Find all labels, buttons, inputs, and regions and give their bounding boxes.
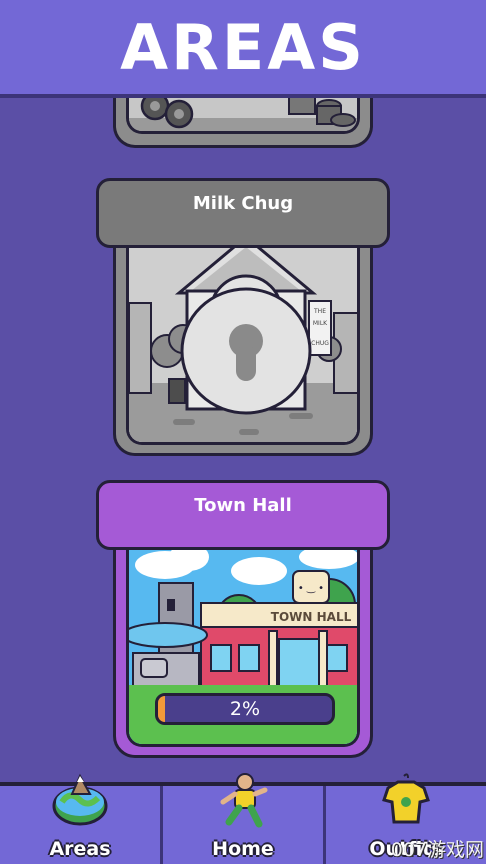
svg-text:• ‿ •: • ‿ • [298, 583, 324, 594]
area-title-banner: Milk Chug [96, 178, 390, 248]
area-preview: TOWN HALL • ‿ • 2% [126, 535, 360, 747]
area-frame: THE MILK CHUG [113, 230, 373, 456]
watermark: 007游戏网 [390, 839, 484, 861]
area-card-previous[interactable] [113, 98, 373, 148]
runner-icon [220, 773, 268, 828]
area-preview [126, 98, 360, 134]
progress-label: 2% [229, 698, 261, 720]
area-card-town-hall[interactable]: TOWN HALL • ‿ • 2% Town Hall [96, 480, 390, 760]
header-bar: AREAS [0, 0, 486, 98]
tab-areas[interactable]: Areas [0, 773, 163, 864]
area-frame: TOWN HALL • ‿ • 2% [113, 532, 373, 758]
tab-home[interactable]: Home [163, 773, 326, 864]
tab-label: Areas [49, 838, 111, 860]
area-progress-bar: 2% [155, 693, 335, 725]
area-preview: THE MILK CHUG [126, 233, 360, 445]
shirt-icon [382, 773, 430, 824]
tires-illustration [129, 98, 357, 131]
area-title: Milk Chug [192, 193, 294, 214]
area-title: Town Hall [194, 495, 292, 516]
lock-icon [180, 274, 312, 415]
area-title-banner: Town Hall [96, 480, 390, 550]
area-card-milk-chug[interactable]: THE MILK CHUG Milk Chug [96, 178, 390, 458]
globe-icon [52, 773, 108, 826]
areas-list[interactable]: THE MILK CHUG Milk Chug TOWN HALL • ‿ • … [0, 98, 486, 782]
tab-label: Home [212, 838, 274, 860]
building-sign: TOWN HALL [271, 610, 352, 624]
page-title: AREAS [120, 10, 366, 84]
